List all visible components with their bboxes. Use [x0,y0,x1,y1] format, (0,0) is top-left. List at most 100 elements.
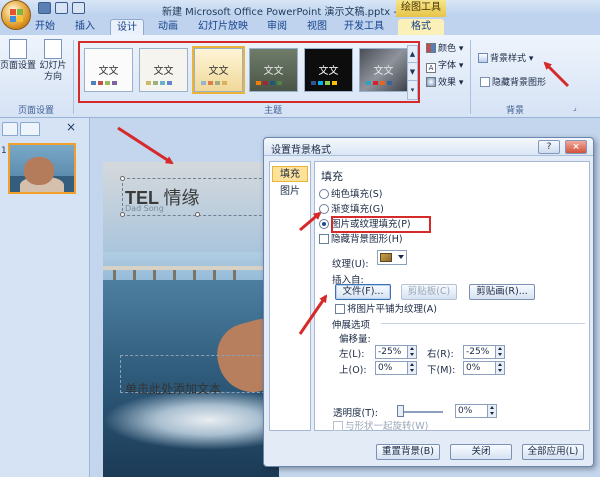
tab-slide-show[interactable]: 幻灯片放映 [195,19,251,36]
pier-image [103,266,279,280]
tile-picture-checkbox[interactable]: 将图片平铺为纹理(A) [335,303,437,317]
theme-selected[interactable]: 文文 [192,46,245,94]
solid-fill-label: 纯色填充(S) [331,189,383,200]
hide-background-graphics-label: 隐藏背景图形 [492,78,547,88]
window-title: 新建 Microsoft Office PowerPoint 演示文稿.pptx… [162,7,409,18]
ribbon-tabs: 开始 插入 设计 动画 幻灯片放映 审阅 视图 开发工具 格式 [0,17,600,36]
transparency-slider-thumb[interactable] [397,405,404,417]
hide-background-graphics-checkbox[interactable]: 隐藏背景图形 [480,77,546,90]
effects-icon [426,77,436,87]
tab-format[interactable]: 格式 [398,19,444,36]
tab-design[interactable]: 设计 [110,19,144,36]
slide-subtitle: Dad Song [125,204,164,213]
dialog-title-bar: 设置背景格式 ? × [264,138,593,156]
undo-icon[interactable] [55,2,68,14]
apply-to-all-button[interactable]: 全部应用(L) [522,444,584,460]
rotate-with-shape-checkbox[interactable]: 与形状一起旋转(W) [333,420,428,434]
offset-bottom-value: 0% [466,363,481,373]
theme-apex[interactable]: 文文 [139,48,188,92]
themes-gallery[interactable]: 文文 文文 文文 文文 文文 文文 ▲ ▼ ▾ [78,41,420,103]
dialog-title: 设置背景格式 [271,145,331,156]
outline-tab-icon[interactable] [20,122,40,136]
clipboard-button[interactable]: 剪贴板(C) [401,284,457,300]
slide-number: 1 [1,146,7,156]
close-icon[interactable]: × [565,140,587,154]
offset-right-value: -25% [466,347,490,357]
tab-insert[interactable]: 插入 [70,19,100,36]
page-setup-button[interactable]: 页面设置 [0,39,36,72]
stretch-options-label: 伸展选项 [332,320,371,331]
theme-aspect[interactable]: 文文 [249,48,298,92]
close-button[interactable]: 关闭 [450,444,512,460]
theme-civic[interactable]: 文文 [304,48,353,92]
help-button[interactable]: ? [538,140,560,154]
divider [381,323,585,324]
nav-picture[interactable]: 图片 [272,184,308,200]
hide-background-graphics-box [480,77,490,87]
background-dialog-launcher-icon[interactable]: ⌟ [573,101,577,114]
gallery-more-icon[interactable]: ▾ [408,82,417,99]
offset-left-label: 左(L): [339,349,365,360]
slide-title-cjk: 情缘 [163,188,200,208]
texture-dropdown[interactable] [377,250,407,265]
clipart-button[interactable]: 剪贴画(R)... [469,284,535,300]
theme-concourse[interactable]: 文文 [359,48,408,92]
gallery-scroll-up-icon[interactable]: ▲ [408,46,417,63]
theme-office[interactable]: 文文 [84,48,133,92]
slide-orientation-icon [44,39,62,59]
dialog-nav: 填充 图片 [269,161,311,431]
theme-colors-button[interactable]: 颜色 ▾ [426,43,463,56]
save-icon[interactable] [38,2,51,14]
page-setup-label: 页面设置 [0,61,37,71]
page-setup-group-label: 页面设置 [17,106,54,116]
offset-top-spinner[interactable]: 0% [375,361,417,375]
background-styles-button[interactable]: 背景样式 ▾ [478,53,533,66]
offset-left-value: -25% [378,347,402,357]
tab-home[interactable]: 开始 [30,19,60,36]
title-bar: 新建 Microsoft Office PowerPoint 演示文稿.pptx… [0,0,600,30]
offset-top-value: 0% [378,363,393,373]
ribbon: 页面设置 幻灯片 方向 页面设置 文文 文文 文文 文文 文文 文文 ▲ ▼ ▾… [0,35,600,118]
gallery-scroll-down-icon[interactable]: ▼ [408,64,417,81]
tab-animations[interactable]: 动画 [152,19,184,36]
transparency-spinner[interactable]: 0% [455,404,497,418]
offset-left-spinner[interactable]: -25% [375,345,417,359]
dropdown-arrow-icon [398,255,404,259]
hide-bg-graphics-label: 隐藏背景图形(H) [331,234,403,245]
group-divider [470,40,471,114]
redo-icon[interactable] [72,2,85,14]
resize-handle[interactable] [120,176,125,181]
tab-view[interactable]: 视图 [302,19,332,36]
hide-bg-graphics-checkbox[interactable]: 隐藏背景图形(H) [319,233,403,247]
transparency-value: 0% [458,406,473,416]
gallery-scrollbar[interactable]: ▲ ▼ ▾ [407,45,418,100]
transparency-label: 透明度(T): [333,408,378,419]
nav-fill[interactable]: 填充 [272,166,308,182]
annotation-highlight-box [331,216,431,233]
theme-effects-button[interactable]: 效果 ▾ [426,77,463,90]
office-button[interactable] [1,0,31,30]
thumbnail-person-image [24,157,54,185]
office-logo-icon [10,9,23,22]
themes-group-label: 主题 [263,106,282,116]
theme-fonts-button[interactable]: A 字体 ▾ [426,60,463,73]
slides-tab-icon[interactable] [2,122,18,136]
tile-picture-label: 将图片平铺为纹理(A) [347,304,437,315]
tab-developer[interactable]: 开发工具 [342,19,386,36]
tab-review[interactable]: 审阅 [262,19,292,36]
close-pane-icon[interactable]: × [66,121,76,134]
background-styles-icon [478,53,488,63]
offset-bottom-spinner[interactable]: 0% [463,361,505,375]
gradient-fill-label: 渐变填充(G) [331,204,384,215]
offset-right-spinner[interactable]: -25% [463,345,505,359]
slide-thumbnail[interactable] [8,143,76,194]
fonts-icon: A [426,63,436,73]
resize-handle[interactable] [195,212,200,217]
file-button[interactable]: 文件(F)... [335,284,391,300]
rotate-with-shape-label: 与形状一起旋转(W) [345,421,429,432]
solid-fill-radio[interactable]: 纯色填充(S) [319,188,382,202]
body-placeholder-text[interactable]: 单击此处添加文本 [125,380,221,397]
reset-background-button[interactable]: 重置背景(B) [376,444,440,460]
gradient-fill-radio[interactable]: 渐变填充(G) [319,203,384,217]
slide-orientation-button[interactable]: 幻灯片 方向 [38,39,68,83]
